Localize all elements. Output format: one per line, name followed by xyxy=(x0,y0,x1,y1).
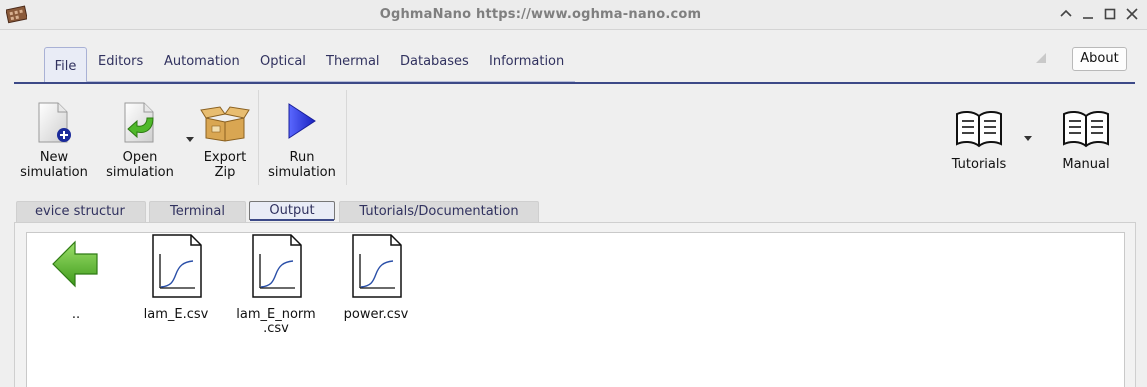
tab-bar-underline xyxy=(14,82,1135,84)
file-name: power.csv xyxy=(343,307,409,322)
open-simulation-button[interactable]: Open simulation xyxy=(103,100,177,184)
title-bar: OghmaNano https://www.oghma-nano.com xyxy=(0,0,1147,30)
manual-button[interactable]: Manual xyxy=(1052,104,1120,176)
tool-label: simulation xyxy=(268,165,336,180)
book-icon xyxy=(1063,110,1109,148)
run-simulation-button[interactable]: Run simulation xyxy=(265,100,339,184)
tool-label: simulation xyxy=(20,165,88,180)
tab-label: File xyxy=(54,59,77,74)
file-item-power[interactable]: power.csv xyxy=(331,232,421,328)
tool-label: New xyxy=(39,150,69,165)
tab-active-underline xyxy=(250,219,334,221)
box-icon xyxy=(200,106,250,142)
csv-plot-icon xyxy=(252,234,302,298)
minimize-icon[interactable] xyxy=(1080,6,1096,22)
tab-automation[interactable]: Automation xyxy=(164,53,240,81)
tab-tutorials-documentation[interactable]: Tutorials/Documentation xyxy=(339,201,539,223)
open-file-icon xyxy=(124,102,154,143)
book-icon xyxy=(956,110,1002,148)
tool-label: Open xyxy=(122,150,158,165)
tutorials-button[interactable]: Tutorials xyxy=(944,104,1014,176)
tool-label: Export xyxy=(203,150,247,165)
play-icon xyxy=(288,103,316,139)
about-button[interactable]: About xyxy=(1072,47,1127,71)
csv-plot-icon xyxy=(152,234,202,298)
tool-label: Tutorials xyxy=(951,157,1007,172)
file-name: lam_E.csv xyxy=(143,307,209,322)
chevron-down-icon[interactable] xyxy=(186,137,194,142)
tab-output[interactable]: Output xyxy=(249,201,335,220)
file-item-lam-e-norm[interactable]: lam_E_norm .csv xyxy=(231,232,321,336)
maximize-icon[interactable] xyxy=(1102,6,1118,22)
file-name: .. xyxy=(71,307,81,322)
tab-file[interactable]: File xyxy=(44,47,87,83)
tab-editors[interactable]: Editors xyxy=(98,53,143,81)
tab-optical[interactable]: Optical xyxy=(260,53,306,81)
file-name: .csv xyxy=(263,321,289,336)
tool-label: Zip xyxy=(214,165,236,180)
chevron-down-icon[interactable] xyxy=(1024,136,1032,141)
tool-label: Run xyxy=(289,150,315,165)
export-zip-button[interactable]: Export Zip xyxy=(197,100,253,184)
tab-device-structure[interactable]: evice structur xyxy=(16,201,146,223)
chevron-up-icon[interactable] xyxy=(1058,6,1074,22)
tab-terminal[interactable]: Terminal xyxy=(149,201,246,223)
tab-databases[interactable]: Databases xyxy=(400,53,469,81)
file-item-parent[interactable]: .. xyxy=(31,238,121,328)
file-item-lam-e[interactable]: lam_E.csv xyxy=(131,232,221,328)
close-icon[interactable] xyxy=(1124,6,1140,22)
csv-plot-icon xyxy=(352,234,402,298)
window-title: OghmaNano https://www.oghma-nano.com xyxy=(379,7,702,22)
back-arrow-icon xyxy=(52,240,98,288)
signal-icon xyxy=(1036,53,1046,63)
file-name: lam_E_norm xyxy=(236,307,316,322)
tool-label: Manual xyxy=(1062,157,1110,172)
toolbar-separator xyxy=(258,90,259,185)
tool-label: simulation xyxy=(106,165,174,180)
new-simulation-button[interactable]: New simulation xyxy=(18,100,90,184)
toolbar-separator xyxy=(346,90,347,185)
tab-information[interactable]: Information xyxy=(489,53,564,81)
new-file-icon xyxy=(38,102,71,143)
tab-thermal[interactable]: Thermal xyxy=(326,53,380,81)
